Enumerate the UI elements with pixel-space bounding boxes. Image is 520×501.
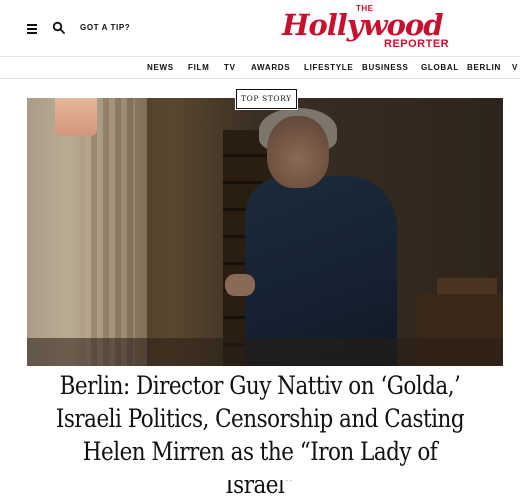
page-bottom-edge — [0, 468, 520, 480]
nav-item-awards[interactable]: AWARDS — [251, 63, 290, 72]
hero-foreground — [27, 338, 503, 366]
got-a-tip-link[interactable]: GOT A TIP? — [80, 23, 130, 32]
hero-lamp — [55, 98, 97, 136]
nav-item-global[interactable]: GLOBAL — [421, 63, 459, 72]
site-header: GOT A TIP? THE Hollywood REPORTER — [0, 0, 520, 56]
nav-item-film[interactable]: FILM — [188, 63, 209, 72]
nav-item-business[interactable]: BUSINESS — [362, 63, 409, 72]
site-logo[interactable]: THE Hollywood REPORTER — [282, 4, 450, 52]
hero-image[interactable] — [27, 98, 503, 366]
hero-curtain-folds — [85, 98, 135, 366]
hero-figure-hands — [225, 274, 255, 296]
nav-item-news[interactable]: NEWS — [147, 63, 174, 72]
nav-item-berlin[interactable]: BERLIN — [467, 63, 501, 72]
logo-wordmark: Hollywood — [282, 8, 444, 42]
top-story-badge: TOP STORY — [235, 88, 298, 110]
logo-reporter: REPORTER — [384, 38, 450, 50]
headline-line-1: Berlin: Director Guy Nattiv on ‘Golda,’ — [59, 371, 461, 400]
main-nav: NEWS FILM TV AWARDS LIFESTYLE BUSINESS G… — [0, 57, 520, 77]
nav-item-tv[interactable]: TV — [224, 63, 236, 72]
nav-divider — [0, 78, 520, 79]
nav-item-more[interactable]: V — [512, 63, 518, 72]
nav-item-lifestyle[interactable]: LIFESTYLE — [304, 63, 353, 72]
article-headline[interactable]: Berlin: Director Guy Nattiv on ‘Golda,’ … — [54, 369, 467, 501]
search-icon[interactable] — [52, 21, 66, 35]
menu-icon[interactable] — [27, 24, 37, 34]
hero-figure-head — [267, 116, 329, 188]
headline-line-2: Israeli Politics, Censorship and Casting — [55, 404, 465, 433]
